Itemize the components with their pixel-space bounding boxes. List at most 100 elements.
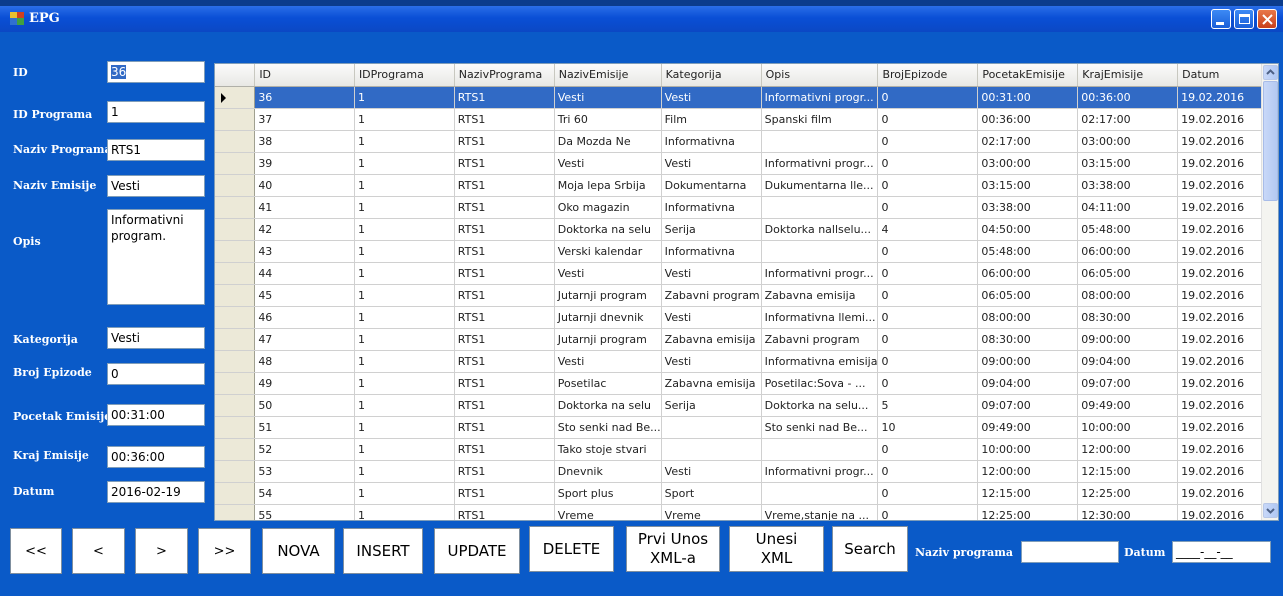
table-cell[interactable]: 02:17:00: [977, 130, 1079, 153]
table-row[interactable]: 43 1 RTS1 Verski kalendar Informativna 0 05:48…: [215, 240, 1278, 263]
scroll-up-button[interactable]: [1263, 65, 1278, 80]
epg-data-grid[interactable]: ID IDPrograma NazivPrograma NazivEmisije Kat…: [214, 63, 1279, 521]
table-cell[interactable]: 0: [877, 130, 979, 153]
delete-button[interactable]: DELETE: [529, 526, 614, 572]
table-cell[interactable]: Sto senki nad Be...: [554, 416, 662, 439]
table-cell[interactable]: 06:00:00: [1077, 240, 1179, 263]
table-cell[interactable]: 0: [877, 372, 979, 395]
table-cell[interactable]: 08:00:00: [1077, 284, 1179, 307]
table-cell[interactable]: [661, 416, 762, 439]
table-cell[interactable]: 0: [877, 108, 979, 131]
table-cell[interactable]: 55: [254, 504, 355, 520]
table-row[interactable]: 51 1 RTS1 Sto senki nad Be... Sto senki nad …: [215, 416, 1278, 439]
table-cell[interactable]: 1: [354, 262, 455, 285]
table-row[interactable]: 50 1 RTS1 Doktorka na selu Serija Doktorka na…: [215, 394, 1278, 417]
table-cell[interactable]: Zabavna emisija: [761, 284, 879, 307]
table-cell[interactable]: 09:04:00: [1077, 350, 1179, 373]
table-row[interactable]: 37 1 RTS1 Tri 60 Film Spanski film 0 00:36:00 02…: [215, 108, 1278, 131]
table-cell[interactable]: 00:36:00: [1077, 86, 1179, 109]
table-cell[interactable]: 0: [877, 482, 979, 505]
table-cell[interactable]: Film: [661, 108, 762, 131]
column-header[interactable]: ID: [254, 64, 355, 87]
table-cell[interactable]: Da Mozda Ne: [554, 130, 662, 153]
pocetak-emisije-field[interactable]: 00:31:00: [107, 404, 205, 426]
table-cell[interactable]: Informativni progr...: [761, 262, 879, 285]
row-header[interactable]: [215, 262, 256, 285]
table-cell[interactable]: Dnevnik: [554, 460, 662, 483]
scroll-down-button[interactable]: [1263, 503, 1278, 518]
table-cell[interactable]: 1: [354, 350, 455, 373]
table-cell[interactable]: 52: [254, 438, 355, 461]
table-cell[interactable]: 03:15:00: [1077, 152, 1179, 175]
table-cell[interactable]: Dukumentarna lle...: [761, 174, 879, 197]
table-cell[interactable]: 1: [354, 460, 455, 483]
previous-record-button[interactable]: <: [72, 528, 125, 574]
table-row[interactable]: 54 1 RTS1 Sport plus Sport 0 12:15:00 12:25:00 1…: [215, 482, 1278, 505]
table-cell[interactable]: 0: [877, 174, 979, 197]
table-cell[interactable]: 12:25:00: [977, 504, 1079, 520]
search-button[interactable]: Search: [832, 526, 908, 572]
table-cell[interactable]: 0: [877, 504, 979, 520]
table-cell[interactable]: 5: [877, 394, 979, 417]
table-cell[interactable]: Informativna llemi...: [761, 306, 879, 329]
table-cell[interactable]: RTS1: [454, 394, 555, 417]
table-cell[interactable]: 0: [877, 240, 979, 263]
table-cell[interactable]: [761, 196, 879, 219]
table-cell[interactable]: 1: [354, 86, 455, 109]
minimize-button[interactable]: [1211, 9, 1231, 29]
table-cell[interactable]: 0: [877, 306, 979, 329]
table-cell[interactable]: 1: [354, 306, 455, 329]
table-cell[interactable]: 09:00:00: [977, 350, 1079, 373]
table-cell[interactable]: Sport plus: [554, 482, 662, 505]
row-header[interactable]: [215, 108, 256, 131]
table-cell[interactable]: 03:00:00: [977, 152, 1079, 175]
table-cell[interactable]: 0: [877, 438, 979, 461]
table-cell[interactable]: Jutarnji program: [554, 328, 662, 351]
table-cell[interactable]: RTS1: [454, 196, 555, 219]
table-cell[interactable]: Informativni progr...: [761, 86, 879, 109]
table-cell[interactable]: Posetilac: [554, 372, 662, 395]
table-cell[interactable]: Doktorka na selu: [554, 218, 662, 241]
table-cell[interactable]: 06:05:00: [977, 284, 1079, 307]
table-cell[interactable]: 1: [354, 152, 455, 175]
table-cell[interactable]: 1: [354, 284, 455, 307]
table-cell[interactable]: RTS1: [454, 152, 555, 175]
table-cell[interactable]: Sport: [661, 482, 762, 505]
last-record-button[interactable]: >>: [198, 528, 251, 574]
table-row[interactable]: 45 1 RTS1 Jutarnji program Zabavni program Za…: [215, 284, 1278, 307]
table-cell[interactable]: Informativna: [661, 130, 762, 153]
table-cell[interactable]: Sto senki nad Be...: [761, 416, 879, 439]
table-cell[interactable]: Vesti: [661, 86, 762, 109]
table-cell[interactable]: 02:17:00: [1077, 108, 1179, 131]
table-cell[interactable]: Informativna emisija: [761, 350, 879, 373]
table-cell[interactable]: 08:30:00: [977, 328, 1079, 351]
row-header[interactable]: [215, 394, 256, 417]
table-cell[interactable]: Zabavni program: [761, 328, 879, 351]
table-cell[interactable]: RTS1: [454, 416, 555, 439]
row-header[interactable]: [215, 372, 256, 395]
table-cell[interactable]: Vreme,stanje na ...: [761, 504, 879, 520]
column-header[interactable]: PocetakEmisije: [977, 64, 1079, 87]
table-cell[interactable]: 00:36:00: [977, 108, 1079, 131]
table-cell[interactable]: Jutarnji dnevnik: [554, 306, 662, 329]
table-cell[interactable]: 03:38:00: [977, 196, 1079, 219]
row-header[interactable]: [215, 174, 256, 197]
row-header[interactable]: [215, 284, 256, 307]
table-cell[interactable]: [761, 130, 879, 153]
table-cell[interactable]: 44: [254, 262, 355, 285]
row-header[interactable]: [215, 328, 256, 351]
table-cell[interactable]: 36: [254, 86, 355, 109]
table-cell[interactable]: RTS1: [454, 372, 555, 395]
table-cell[interactable]: 09:04:00: [977, 372, 1079, 395]
table-cell[interactable]: Vreme: [554, 504, 662, 520]
table-cell[interactable]: 38: [254, 130, 355, 153]
column-header[interactable]: KrajEmisije: [1077, 64, 1179, 87]
table-cell[interactable]: 04:11:00: [1077, 196, 1179, 219]
table-cell[interactable]: Doktorka na selu: [554, 394, 662, 417]
table-row[interactable]: 46 1 RTS1 Jutarnji dnevnik Vesti Informativna…: [215, 306, 1278, 329]
table-cell[interactable]: 10:00:00: [1077, 416, 1179, 439]
table-cell[interactable]: Serija: [661, 218, 762, 241]
table-cell[interactable]: Tako stoje stvari: [554, 438, 662, 461]
row-header[interactable]: [215, 152, 256, 175]
vertical-scrollbar[interactable]: [1261, 64, 1278, 520]
